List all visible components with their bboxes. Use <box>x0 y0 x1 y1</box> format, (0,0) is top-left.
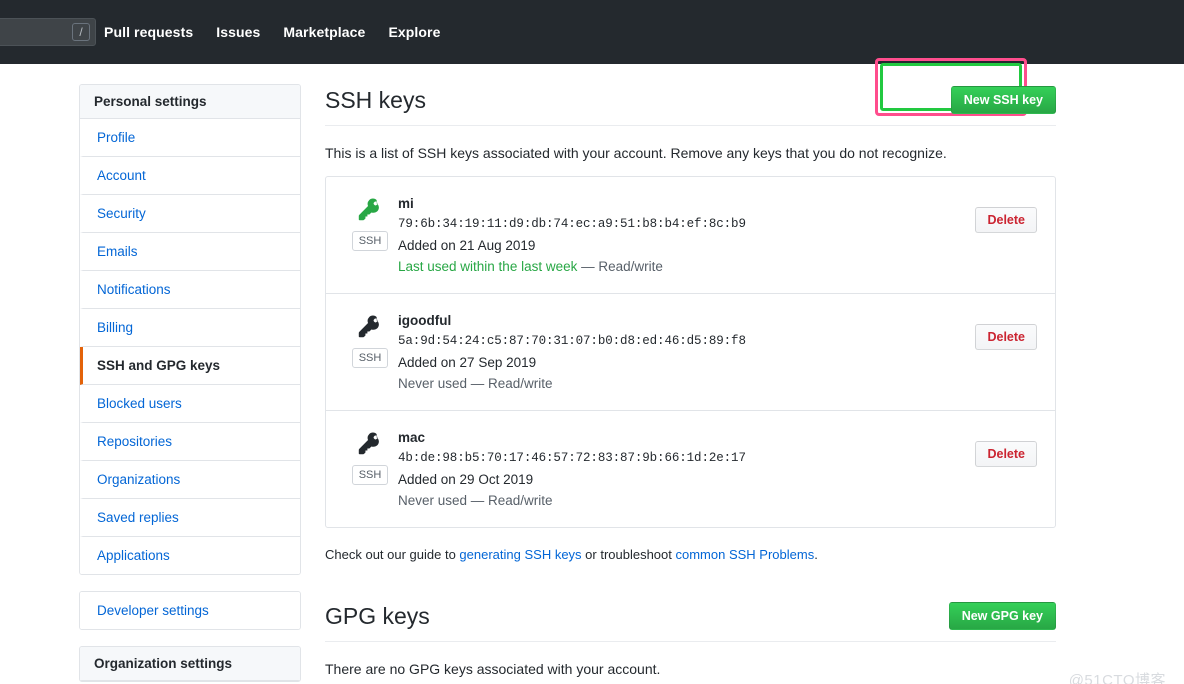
watermark: @51CTO博客 <box>1068 672 1166 684</box>
ssh-key-title: igoodful <box>398 313 452 328</box>
gpg-keys-description: There are no GPG keys associated with yo… <box>325 661 661 677</box>
personal-settings-card: Personal settings Profile Account Securi… <box>79 84 301 575</box>
ssh-badge: SSH <box>351 348 389 368</box>
sidebar-item-saved-replies[interactable]: Saved replies <box>80 499 300 537</box>
gpg-section-title: GPG keys <box>325 603 430 629</box>
top-navigation-bar: / Pull requests Issues Marketplace Explo… <box>0 0 1184 64</box>
ssh-key-title: mac <box>398 430 426 445</box>
ssh-key-added-date: Added on 29 Oct 2019 <box>398 472 534 487</box>
sidebar-item-profile[interactable]: Profile <box>80 119 300 157</box>
key-icon <box>358 432 379 455</box>
key-icon <box>358 315 379 338</box>
nav-marketplace[interactable]: Marketplace <box>283 24 365 40</box>
ssh-key-row: SSH mac 4b:de:98:b5:70:17:46:57:72:83:87… <box>326 411 1055 527</box>
nav-issues[interactable]: Issues <box>216 24 260 40</box>
nav-pull-requests[interactable]: Pull requests <box>104 24 193 40</box>
sidebar-item-organizations[interactable]: Organizations <box>80 461 300 499</box>
ssh-key-fingerprint: 4b:de:98:b5:70:17:46:57:72:83:87:9b:66:1… <box>398 451 746 465</box>
ssh-key-fingerprint: 5a:9d:54:24:c5:87:70:31:07:b0:d8:ed:46:d… <box>398 334 746 348</box>
sidebar-item-developer-settings[interactable]: Developer settings <box>80 592 300 629</box>
ssh-help-line: Check out our guide to generating SSH ke… <box>325 545 1056 564</box>
help-suffix-text: . <box>814 547 818 562</box>
settings-sidebar: Personal settings Profile Account Securi… <box>79 84 301 684</box>
sidebar-item-account[interactable]: Account <box>80 157 300 195</box>
ssh-key-icon-column: SSH <box>342 310 398 368</box>
sidebar-item-notifications[interactable]: Notifications <box>80 271 300 309</box>
developer-settings-card: Developer settings <box>79 591 301 630</box>
ssh-key-title: mi <box>398 196 414 211</box>
sidebar-item-ssh-and-gpg-keys[interactable]: SSH and GPG keys <box>80 347 300 385</box>
settings-page: Personal settings Profile Account Securi… <box>0 58 1184 684</box>
ssh-key-fingerprint: 79:6b:34:19:11:d9:db:74:ec:a9:51:b8:b4:e… <box>398 217 746 231</box>
search-input[interactable]: / <box>0 18 96 46</box>
generating-ssh-keys-link[interactable]: generating SSH keys <box>459 547 581 562</box>
ssh-key-added-date: Added on 27 Sep 2019 <box>398 355 537 370</box>
sidebar-heading-personal: Personal settings <box>80 85 300 119</box>
ssh-badge: SSH <box>351 231 389 251</box>
ssh-key-actions: Delete <box>975 193 1039 233</box>
sidebar-item-security[interactable]: Security <box>80 195 300 233</box>
organization-settings-card: Organization settings <box>79 646 301 682</box>
gpg-keys-section: GPG keys New GPG key There are no GPG ke… <box>325 600 1056 679</box>
ssh-key-row: SSH mi 79:6b:34:19:11:d9:db:74:ec:a9:51:… <box>326 177 1055 294</box>
common-ssh-problems-link[interactable]: common SSH Problems <box>676 547 815 562</box>
ssh-keys-list: SSH mi 79:6b:34:19:11:d9:db:74:ec:a9:51:… <box>325 176 1056 528</box>
sidebar-item-repositories[interactable]: Repositories <box>80 423 300 461</box>
slash-shortcut-badge: / <box>72 23 90 41</box>
gpg-keys-header: GPG keys New GPG key <box>325 600 1056 642</box>
sidebar-item-blocked-users[interactable]: Blocked users <box>80 385 300 423</box>
ssh-key-details: mi 79:6b:34:19:11:d9:db:74:ec:a9:51:b8:b… <box>398 193 975 277</box>
ssh-key-actions: Delete <box>975 427 1039 467</box>
main-content: SSH keys New SSH key This is a list of S… <box>325 58 1056 684</box>
sidebar-item-billing[interactable]: Billing <box>80 309 300 347</box>
delete-button[interactable]: Delete <box>975 441 1037 467</box>
ssh-key-details: mac 4b:de:98:b5:70:17:46:57:72:83:87:9b:… <box>398 427 975 511</box>
page-title: SSH keys <box>325 87 426 113</box>
ssh-key-usage: Never used — Read/write <box>398 373 975 394</box>
delete-button[interactable]: Delete <box>975 207 1037 233</box>
ssh-key-icon-column: SSH <box>342 427 398 485</box>
nav-explore[interactable]: Explore <box>388 24 440 40</box>
new-gpg-key-button[interactable]: New GPG key <box>948 602 1056 630</box>
sidebar-heading-organization: Organization settings <box>80 647 300 681</box>
key-icon <box>358 198 379 221</box>
new-ssh-key-button[interactable]: New SSH key <box>950 86 1056 114</box>
ssh-key-row: SSH igoodful 5a:9d:54:24:c5:87:70:31:07:… <box>326 294 1055 411</box>
ssh-key-usage: Last used within the last week — Read/wr… <box>398 256 975 277</box>
ssh-key-permission: Never used — Read/write <box>398 493 553 508</box>
nav-links: Pull requests Issues Marketplace Explore <box>104 24 441 40</box>
sidebar-item-emails[interactable]: Emails <box>80 233 300 271</box>
help-prefix-text: Check out our guide to <box>325 547 460 562</box>
ssh-badge: SSH <box>351 465 389 485</box>
ssh-key-actions: Delete <box>975 310 1039 350</box>
ssh-keys-description: This is a list of SSH keys associated wi… <box>325 145 947 161</box>
ssh-key-usage: Never used — Read/write <box>398 490 975 511</box>
ssh-key-added-date: Added on 21 Aug 2019 <box>398 238 536 253</box>
ssh-keys-header: SSH keys New SSH key <box>325 58 1056 126</box>
sidebar-item-applications[interactable]: Applications <box>80 537 300 574</box>
help-middle-text: or troubleshoot <box>581 547 676 562</box>
delete-button[interactable]: Delete <box>975 324 1037 350</box>
ssh-key-icon-column: SSH <box>342 193 398 251</box>
new-ssh-key-area: New SSH key <box>874 58 1056 116</box>
ssh-key-details: igoodful 5a:9d:54:24:c5:87:70:31:07:b0:d… <box>398 310 975 394</box>
ssh-key-last-used: Last used within the last week <box>398 259 578 274</box>
ssh-key-permission: — Read/write <box>577 259 663 274</box>
ssh-key-permission: Never used — Read/write <box>398 376 553 391</box>
